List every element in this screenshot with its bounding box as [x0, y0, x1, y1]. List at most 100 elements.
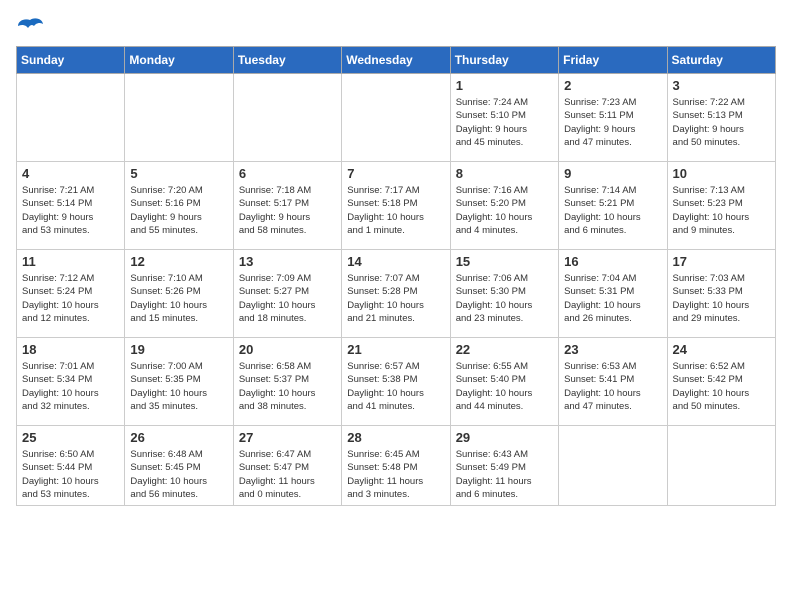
day-number: 5: [130, 166, 227, 181]
day-cell: 8Sunrise: 7:16 AM Sunset: 5:20 PM Daylig…: [450, 162, 558, 250]
day-info: Sunrise: 6:47 AM Sunset: 5:47 PM Dayligh…: [239, 448, 336, 501]
day-cell: 15Sunrise: 7:06 AM Sunset: 5:30 PM Dayli…: [450, 250, 558, 338]
day-number: 29: [456, 430, 553, 445]
day-number: 11: [22, 254, 119, 269]
day-cell: 9 Sunrise: 7:14 AM Sunset: 5:21 PM Daylig…: [559, 162, 667, 250]
calendar-table: SundayMondayTuesdayWednesdayThursdayFrid…: [16, 46, 776, 506]
day-info: Sunrise: 6:57 AM Sunset: 5:38 PM Dayligh…: [347, 360, 444, 413]
week-row-1: 1 Sunrise: 7:24 AM Sunset: 5:10 PM Daylig…: [17, 74, 776, 162]
day-cell: [125, 74, 233, 162]
day-cell: 27 Sunrise: 6:47 AM Sunset: 5:47 PM Dayli…: [233, 426, 341, 506]
day-number: 14: [347, 254, 444, 269]
day-cell: 2 Sunrise: 7:23 AM Sunset: 5:11 PM Daylig…: [559, 74, 667, 162]
day-number: 18: [22, 342, 119, 357]
day-cell: 20 Sunrise: 6:58 AM Sunset: 5:37 PM Dayli…: [233, 338, 341, 426]
week-row-4: 18 Sunrise: 7:01 AM Sunset: 5:34 PM Dayli…: [17, 338, 776, 426]
day-number: 20: [239, 342, 336, 357]
day-info: Sunrise: 7:09 AM Sunset: 5:27 PM Dayligh…: [239, 272, 336, 325]
day-number: 12: [130, 254, 227, 269]
weekday-header-friday: Friday: [559, 47, 667, 74]
day-number: 7: [347, 166, 444, 181]
day-info: Sunrise: 7:21 AM Sunset: 5:14 PM Dayligh…: [22, 184, 119, 237]
day-info: Sunrise: 6:50 AM Sunset: 5:44 PM Dayligh…: [22, 448, 119, 501]
logo-bird-icon: [16, 16, 44, 36]
day-cell: 18 Sunrise: 7:01 AM Sunset: 5:34 PM Dayli…: [17, 338, 125, 426]
day-cell: [233, 74, 341, 162]
day-cell: 19 Sunrise: 7:00 AM Sunset: 5:35 PM Dayli…: [125, 338, 233, 426]
weekday-header-wednesday: Wednesday: [342, 47, 450, 74]
day-cell: 17 Sunrise: 7:03 AM Sunset: 5:33 PM Dayli…: [667, 250, 775, 338]
day-info: Sunrise: 6:45 AM Sunset: 5:48 PM Dayligh…: [347, 448, 444, 501]
weekday-header-saturday: Saturday: [667, 47, 775, 74]
day-info: Sunrise: 6:43 AM Sunset: 5:49 PM Dayligh…: [456, 448, 553, 501]
day-info: Sunrise: 7:01 AM Sunset: 5:34 PM Dayligh…: [22, 360, 119, 413]
day-number: 8: [456, 166, 553, 181]
day-number: 24: [673, 342, 770, 357]
day-number: 27: [239, 430, 336, 445]
day-info: Sunrise: 7:10 AM Sunset: 5:26 PM Dayligh…: [130, 272, 227, 325]
week-row-3: 11 Sunrise: 7:12 AM Sunset: 5:24 PM Dayli…: [17, 250, 776, 338]
day-number: 19: [130, 342, 227, 357]
weekday-header-tuesday: Tuesday: [233, 47, 341, 74]
day-info: Sunrise: 7:00 AM Sunset: 5:35 PM Dayligh…: [130, 360, 227, 413]
day-number: 21: [347, 342, 444, 357]
day-number: 9: [564, 166, 661, 181]
day-number: 2: [564, 78, 661, 93]
day-info: Sunrise: 6:53 AM Sunset: 5:41 PM Dayligh…: [564, 360, 661, 413]
day-cell: 1 Sunrise: 7:24 AM Sunset: 5:10 PM Daylig…: [450, 74, 558, 162]
day-cell: 12 Sunrise: 7:10 AM Sunset: 5:26 PM Dayli…: [125, 250, 233, 338]
weekday-header-row: SundayMondayTuesdayWednesdayThursdayFrid…: [17, 47, 776, 74]
day-cell: 13Sunrise: 7:09 AM Sunset: 5:27 PM Dayli…: [233, 250, 341, 338]
day-cell: 7 Sunrise: 7:17 AM Sunset: 5:18 PM Daylig…: [342, 162, 450, 250]
day-info: Sunrise: 7:07 AM Sunset: 5:28 PM Dayligh…: [347, 272, 444, 325]
day-info: Sunrise: 7:23 AM Sunset: 5:11 PM Dayligh…: [564, 96, 661, 149]
day-info: Sunrise: 6:52 AM Sunset: 5:42 PM Dayligh…: [673, 360, 770, 413]
day-info: Sunrise: 6:55 AM Sunset: 5:40 PM Dayligh…: [456, 360, 553, 413]
day-cell: 16 Sunrise: 7:04 AM Sunset: 5:31 PM Dayli…: [559, 250, 667, 338]
day-number: 25: [22, 430, 119, 445]
day-cell: [559, 426, 667, 506]
day-number: 6: [239, 166, 336, 181]
day-number: 16: [564, 254, 661, 269]
day-number: 26: [130, 430, 227, 445]
day-info: Sunrise: 7:22 AM Sunset: 5:13 PM Dayligh…: [673, 96, 770, 149]
weekday-header-thursday: Thursday: [450, 47, 558, 74]
day-cell: 26 Sunrise: 6:48 AM Sunset: 5:45 PM Dayli…: [125, 426, 233, 506]
day-info: Sunrise: 7:03 AM Sunset: 5:33 PM Dayligh…: [673, 272, 770, 325]
day-cell: 5 Sunrise: 7:20 AM Sunset: 5:16 PM Daylig…: [125, 162, 233, 250]
day-cell: [17, 74, 125, 162]
day-info: Sunrise: 7:20 AM Sunset: 5:16 PM Dayligh…: [130, 184, 227, 237]
day-info: Sunrise: 7:12 AM Sunset: 5:24 PM Dayligh…: [22, 272, 119, 325]
day-info: Sunrise: 6:48 AM Sunset: 5:45 PM Dayligh…: [130, 448, 227, 501]
day-cell: 11 Sunrise: 7:12 AM Sunset: 5:24 PM Dayli…: [17, 250, 125, 338]
day-number: 4: [22, 166, 119, 181]
day-number: 22: [456, 342, 553, 357]
day-number: 23: [564, 342, 661, 357]
day-cell: 24 Sunrise: 6:52 AM Sunset: 5:42 PM Dayli…: [667, 338, 775, 426]
day-info: Sunrise: 7:17 AM Sunset: 5:18 PM Dayligh…: [347, 184, 444, 237]
day-cell: 6 Sunrise: 7:18 AM Sunset: 5:17 PM Daylig…: [233, 162, 341, 250]
day-cell: 4 Sunrise: 7:21 AM Sunset: 5:14 PM Daylig…: [17, 162, 125, 250]
day-cell: [667, 426, 775, 506]
day-number: 10: [673, 166, 770, 181]
day-number: 17: [673, 254, 770, 269]
weekday-header-monday: Monday: [125, 47, 233, 74]
day-info: Sunrise: 7:14 AM Sunset: 5:21 PM Dayligh…: [564, 184, 661, 237]
day-info: Sunrise: 7:18 AM Sunset: 5:17 PM Dayligh…: [239, 184, 336, 237]
day-info: Sunrise: 6:58 AM Sunset: 5:37 PM Dayligh…: [239, 360, 336, 413]
day-cell: 21 Sunrise: 6:57 AM Sunset: 5:38 PM Dayli…: [342, 338, 450, 426]
day-info: Sunrise: 7:13 AM Sunset: 5:23 PM Dayligh…: [673, 184, 770, 237]
day-cell: 14 Sunrise: 7:07 AM Sunset: 5:28 PM Dayli…: [342, 250, 450, 338]
day-cell: 25 Sunrise: 6:50 AM Sunset: 5:44 PM Dayli…: [17, 426, 125, 506]
day-number: 3: [673, 78, 770, 93]
header: [16, 16, 776, 36]
day-info: Sunrise: 7:06 AM Sunset: 5:30 PM Dayligh…: [456, 272, 553, 325]
weekday-header-sunday: Sunday: [17, 47, 125, 74]
day-cell: 22 Sunrise: 6:55 AM Sunset: 5:40 PM Dayli…: [450, 338, 558, 426]
day-cell: [342, 74, 450, 162]
day-cell: 10 Sunrise: 7:13 AM Sunset: 5:23 PM Dayli…: [667, 162, 775, 250]
day-info: Sunrise: 7:04 AM Sunset: 5:31 PM Dayligh…: [564, 272, 661, 325]
day-cell: 23 Sunrise: 6:53 AM Sunset: 5:41 PM Dayli…: [559, 338, 667, 426]
day-number: 1: [456, 78, 553, 93]
day-info: Sunrise: 7:24 AM Sunset: 5:10 PM Dayligh…: [456, 96, 553, 149]
